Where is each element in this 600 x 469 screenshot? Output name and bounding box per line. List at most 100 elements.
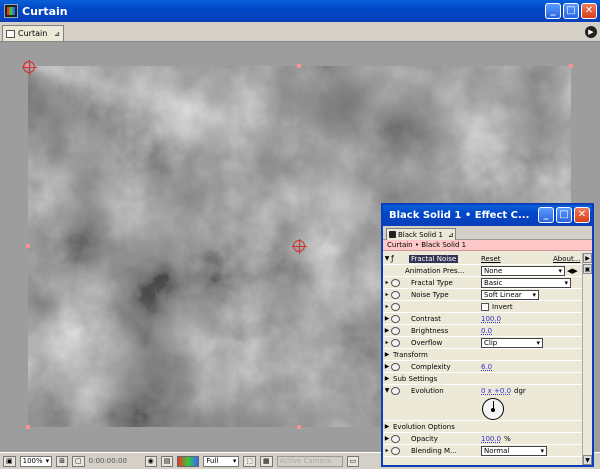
fx-tab-lock-icon[interactable]: ⊿ <box>448 231 454 239</box>
stopwatch-icon[interactable] <box>391 314 400 323</box>
property-row[interactable]: ▸ Noise Type Soft Linear <box>383 289 583 301</box>
zoom-dropdown[interactable]: 100% <box>19 455 53 467</box>
expand-triangle-icon[interactable]: ▸ <box>383 447 391 454</box>
collapse-triangle-icon[interactable]: ▼ <box>383 255 391 262</box>
effect-point-crosshair[interactable] <box>22 60 37 75</box>
scroll-up-icon[interactable]: ▣ <box>583 264 592 274</box>
stopwatch-icon[interactable] <box>391 446 400 455</box>
expand-triangle-icon[interactable]: ▸ <box>383 291 391 298</box>
contrast-value[interactable]: 100.0 <box>481 315 501 323</box>
stopwatch-icon[interactable] <box>391 326 400 335</box>
property-row[interactable]: ▶ Complexity 6.0 <box>383 361 583 373</box>
fx-close-button[interactable]: ✕ <box>574 207 590 223</box>
property-row[interactable]: ▼ Evolution 0 x +0.0 dgr <box>383 385 583 421</box>
fx-tab-row: Black Solid 1 ⊿ <box>383 226 592 240</box>
noise-type-dropdown[interactable]: Soft Linear <box>481 289 539 300</box>
stopwatch-icon[interactable] <box>391 278 400 287</box>
expand-triangle-icon[interactable]: ▶ <box>383 351 391 358</box>
camera-dropdown[interactable]: Active Camera <box>276 455 343 467</box>
scroll-down-icon[interactable]: ▼ <box>583 455 592 465</box>
evolution-options-group-label[interactable]: Evolution Options <box>393 423 455 431</box>
group-row[interactable]: ▶ Evolution Options <box>383 421 583 433</box>
preview-toggle-icon[interactable]: ▣ <box>3 455 16 467</box>
expand-triangle-icon[interactable]: ▸ <box>383 339 391 346</box>
sub-settings-group-label[interactable]: Sub Settings <box>393 375 437 383</box>
property-row[interactable]: ▶ Opacity 100.0 % <box>383 433 583 445</box>
panel-menu-icon[interactable]: ▶ <box>585 26 597 38</box>
layer-handle-middle-left[interactable] <box>26 244 30 248</box>
fx-maximize-button[interactable]: □ <box>556 207 572 223</box>
stopwatch-icon[interactable] <box>391 434 400 443</box>
close-button[interactable]: ✕ <box>581 3 597 19</box>
preset-nav-icon[interactable]: ◀▶ <box>567 267 578 275</box>
transform-group-label[interactable]: Transform <box>393 351 428 359</box>
layer-handle-top-right[interactable] <box>569 64 573 68</box>
layer-handle-bottom-left[interactable] <box>26 425 30 429</box>
expand-triangle-icon[interactable]: ▶ <box>383 435 391 442</box>
expand-triangle-icon[interactable]: ▶ <box>383 363 391 370</box>
stopwatch-icon[interactable] <box>391 387 400 395</box>
stopwatch-icon[interactable] <box>391 302 400 311</box>
tab-curtain[interactable]: Curtain ⊿ <box>2 25 64 41</box>
effect-name[interactable]: Fractal Noise <box>409 254 459 263</box>
brightness-value[interactable]: 0.0 <box>481 327 492 335</box>
effect-properties-list[interactable]: ▼ ƒ Fractal Noise Reset About... Animati… <box>383 253 583 465</box>
expand-triangle-icon[interactable]: ▶ <box>383 315 391 322</box>
stopwatch-icon[interactable] <box>391 362 400 371</box>
property-row[interactable]: ▶ Brightness 0.0 <box>383 325 583 337</box>
collapse-triangle-icon[interactable]: ▼ <box>383 387 391 394</box>
fx-switch-icon[interactable]: ƒ <box>391 254 401 263</box>
minimize-button[interactable]: _ <box>545 3 561 19</box>
expand-triangle-icon[interactable]: ▸ <box>383 303 391 310</box>
effect-controls-title: Black Solid 1 • Effect C... <box>389 210 530 221</box>
tab-lock-icon[interactable]: ⊿ <box>54 30 60 38</box>
snapshot-icon[interactable]: ◉ <box>144 455 157 467</box>
property-row[interactable]: ▸ Blending M... Normal <box>383 445 583 457</box>
invert-checkbox[interactable] <box>481 302 489 311</box>
stopwatch-icon[interactable] <box>391 338 400 347</box>
title-safe-icon[interactable]: ⊞ <box>56 455 69 467</box>
property-row[interactable]: ▸ Invert <box>383 301 583 313</box>
panel-menu-arrow-icon[interactable]: ▶ <box>583 253 592 263</box>
group-row[interactable]: ▶ Sub Settings <box>383 373 583 385</box>
tab-black-solid[interactable]: Black Solid 1 ⊿ <box>386 228 456 240</box>
fx-minimize-button[interactable]: _ <box>538 207 554 223</box>
about-link[interactable]: About... <box>553 255 580 263</box>
region-of-interest-icon[interactable]: ⬚ <box>243 455 257 467</box>
view-layout-icon[interactable]: ▭ <box>346 455 360 467</box>
current-time[interactable]: 0:00:00:00 <box>89 457 141 465</box>
window-title: Curtain <box>22 4 68 18</box>
blending-mode-dropdown[interactable]: Normal <box>481 445 547 456</box>
property-row[interactable]: ▸ Fractal Type Basic <box>383 277 583 289</box>
stopwatch-icon[interactable] <box>391 290 400 299</box>
expand-triangle-icon[interactable]: ▶ <box>383 423 391 430</box>
grid-icon[interactable]: ▢ <box>72 455 85 467</box>
expand-triangle-icon[interactable]: ▶ <box>383 327 391 334</box>
fractal-type-dropdown[interactable]: Basic <box>481 277 571 288</box>
effect-controls-title-bar[interactable]: Black Solid 1 • Effect C... _ □ ✕ <box>383 205 592 226</box>
evolution-value[interactable]: 0 x +0.0 <box>481 387 511 395</box>
fx-scrollbar[interactable]: ▶ ▣ ▼ <box>582 253 592 465</box>
resolution-dropdown[interactable]: Full <box>203 455 240 467</box>
effect-header-row[interactable]: ▼ ƒ Fractal Noise Reset About... <box>383 253 583 265</box>
expand-triangle-icon[interactable]: ▸ <box>383 279 391 286</box>
maximize-button[interactable]: □ <box>563 3 579 19</box>
overflow-dropdown[interactable]: Clip <box>481 337 543 348</box>
anchor-point-crosshair[interactable] <box>292 239 307 254</box>
layer-handle-top-center[interactable] <box>297 64 301 68</box>
layer-handle-bottom-center[interactable] <box>297 425 301 429</box>
opacity-value[interactable]: 100.0 <box>481 435 501 443</box>
complexity-value[interactable]: 6.0 <box>481 363 492 371</box>
expand-triangle-icon[interactable]: ▶ <box>383 375 391 382</box>
channel-swatch[interactable] <box>177 455 200 467</box>
property-row[interactable]: ▶ Contrast 100.0 <box>383 313 583 325</box>
property-row[interactable]: ▸ Overflow Clip <box>383 337 583 349</box>
show-snapshot-icon[interactable]: ▤ <box>160 455 174 467</box>
group-row[interactable]: ▶ Transform <box>383 349 583 361</box>
property-row[interactable]: Animation Pres... None◀▶ <box>383 265 583 277</box>
animation-presets-dropdown[interactable]: None <box>481 265 565 276</box>
effect-controls-panel[interactable]: Black Solid 1 • Effect C... _ □ ✕ Black … <box>381 203 594 467</box>
evolution-angle-dial[interactable] <box>482 398 504 420</box>
transparency-grid-icon[interactable]: ▦ <box>260 455 273 467</box>
reset-link[interactable]: Reset <box>481 255 501 263</box>
